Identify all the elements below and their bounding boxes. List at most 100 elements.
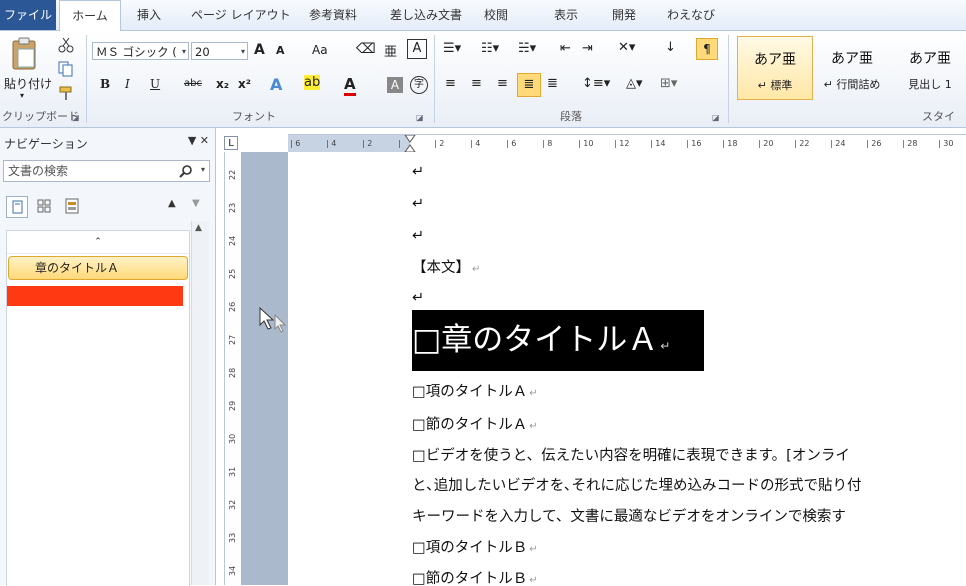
paste-button[interactable]: 貼り付け ▾ — [2, 37, 52, 100]
horizontal-ruler[interactable]: | 6 | 4 | 2 | | 2 | 4 | 6 | 8 | 10 | 12 | 14 | 16 |… — [288, 134, 966, 154]
shrink-font-button[interactable]: A — [276, 44, 285, 57]
ruler-tick-label: | 30 — [938, 139, 954, 148]
tab-view[interactable]: 表示 — [554, 0, 578, 30]
scroll-up-icon[interactable]: ▲ — [195, 223, 202, 233]
tab-waenavi[interactable]: わえなび — [667, 0, 715, 30]
font-launcher-icon[interactable]: ◪ — [416, 113, 424, 122]
superscript-button[interactable]: x² — [238, 77, 251, 91]
style-sample: あア亜 — [909, 51, 951, 67]
align-left-icon[interactable]: ≡ — [445, 76, 456, 91]
chapter-heading[interactable]: □章のタイトルＡ ↵ — [412, 310, 704, 371]
subscript-button[interactable]: x₂ — [216, 77, 229, 91]
line-spacing-icon[interactable]: ↕≡▾ — [582, 76, 610, 91]
strikethrough-button[interactable]: abc — [184, 78, 202, 89]
bullets-icon[interactable]: ☰▾ — [443, 41, 461, 56]
ruler-tick-label: 25 — [228, 268, 237, 279]
text-effects-icon[interactable]: A — [270, 75, 282, 94]
clipboard-launcher-icon[interactable]: ◪ — [72, 113, 80, 122]
style-no-spacing[interactable]: あア亜 ↵ 行間詰め — [815, 36, 889, 98]
document-line[interactable]: □ビデオを使うと、伝えたい内容を明確に表現できます。[オンライ — [412, 444, 850, 465]
line-text: □節のタイトルＡ — [412, 417, 528, 433]
align-right-icon[interactable]: ≡ — [497, 76, 508, 91]
ruler-tick-label: | 10 — [578, 139, 594, 148]
nav-heading-item[interactable]: 章のタイトルＡ — [8, 256, 188, 280]
increase-indent-icon[interactable]: ⇥ — [582, 41, 593, 56]
show-marks-icon[interactable]: ¶ — [696, 38, 718, 60]
tab-stop-selector[interactable]: L — [224, 136, 238, 150]
collapse-all-icon[interactable]: ⌃ — [7, 231, 189, 254]
cut-icon[interactable] — [58, 37, 74, 53]
format-painter-icon[interactable] — [58, 85, 74, 101]
chevron-down-icon[interactable]: ▾ — [201, 165, 205, 174]
document-line[interactable]: と､追加したいビデオを､それに応じた埋め込みコードの形式で貼り付 — [412, 474, 862, 495]
nav-search-input[interactable] — [4, 161, 172, 181]
document-line[interactable]: キーワードを入力して、文書に最適なビデオをオンラインで検索す — [412, 505, 846, 526]
ruler-tick-label: | 6 — [290, 139, 301, 148]
bold-button[interactable]: B — [100, 77, 110, 91]
headings-view-icon — [12, 200, 23, 214]
decrease-indent-icon[interactable]: ⇤ — [560, 41, 571, 56]
align-center-icon[interactable]: ≡ — [471, 76, 482, 91]
sort-icon[interactable]: ↓ — [665, 40, 676, 55]
tab-mailings[interactable]: 差し込み文書 — [390, 0, 462, 30]
document-page[interactable]: ↵ ↵ ↵ 【本文】 ↵ ↵ □章のタイトルＡ ↵ □項のタイトルＡ ↵ □節のタイト… — [288, 152, 966, 585]
distributed-icon[interactable]: ≣ — [547, 76, 558, 91]
nav-scrollbar[interactable]: ▲ — [191, 221, 209, 585]
asian-layout-icon[interactable]: ✕▾ — [618, 40, 635, 55]
tab-page-layout[interactable]: ページ レイアウト — [191, 0, 291, 30]
justify-icon[interactable]: ≣ — [517, 73, 541, 97]
grow-font-button[interactable]: A — [254, 42, 265, 58]
body-label[interactable]: 【本文】 ↵ — [412, 256, 480, 277]
tab-references[interactable]: 参考資料 — [309, 0, 357, 30]
next-heading-icon[interactable]: ▼ — [192, 198, 200, 209]
navigation-pane: ナビゲーション ▼ ✕ ▾ ▲ ▼ ⌃ 章のタイトルＡ ▲ — [0, 128, 216, 586]
document-line[interactable]: □節のタイトルＢ ↵ — [412, 567, 538, 585]
shading-icon[interactable]: ◬▾ — [626, 76, 643, 91]
tab-file[interactable]: ファイル — [0, 0, 56, 30]
pages-view-tab[interactable] — [34, 196, 56, 218]
ruby-button[interactable]: 亜 — [384, 41, 397, 60]
ruler-tick-label: | 20 — [758, 139, 774, 148]
tab-insert[interactable]: 挿入 — [137, 0, 161, 30]
indent-marker-icon[interactable] — [404, 135, 416, 153]
ruler-tick-label: | 16 — [686, 139, 702, 148]
vertical-ruler[interactable]: 22 23 24 25 26 27 28 29 30 31 32 33 34 — [224, 152, 242, 585]
paragraph-mark: ↵ — [529, 544, 538, 555]
font-size-select[interactable]: 20 ▾ — [191, 42, 248, 60]
tab-developer[interactable]: 開発 — [612, 0, 636, 30]
previous-heading-icon[interactable]: ▲ — [168, 198, 176, 209]
document-line[interactable]: □項のタイトルＢ ↵ — [412, 536, 538, 557]
clear-format-button[interactable]: ⌫ — [356, 41, 376, 57]
font-size-value: 20 — [195, 45, 210, 59]
headings-view-tab[interactable] — [6, 196, 28, 218]
borders-icon[interactable]: ⊞▾ — [660, 76, 677, 91]
change-case-button[interactable]: Aa — [312, 43, 328, 57]
ruler-tick-label: 34 — [228, 565, 237, 576]
chevron-down-icon: ▾ — [181, 47, 186, 56]
style-heading-1[interactable]: あア亜 見出し 1 — [893, 36, 966, 98]
paragraph-launcher-icon[interactable]: ◪ — [712, 113, 720, 122]
document-line[interactable]: □項のタイトルＡ ↵ — [412, 380, 538, 401]
copy-icon[interactable] — [58, 61, 74, 77]
numbering-icon[interactable]: ☷▾ — [481, 41, 499, 56]
tab-home[interactable]: ホーム — [59, 0, 121, 32]
document-line[interactable]: □節のタイトルＡ ↵ — [412, 413, 538, 434]
highlight-color-icon[interactable]: ab — [304, 75, 321, 90]
results-view-tab[interactable] — [62, 196, 84, 218]
nav-search-box[interactable]: ▾ — [3, 160, 210, 182]
ruler-tick-label: | 4 — [326, 139, 337, 148]
char-shading-icon[interactable]: A — [387, 77, 403, 93]
char-border-button[interactable]: A — [407, 39, 427, 59]
underline-button[interactable]: U — [150, 77, 160, 91]
multilevel-list-icon[interactable]: ☵▾ — [518, 41, 536, 56]
enclose-char-button[interactable]: 字 — [410, 76, 428, 94]
font-color-icon[interactable]: A — [344, 75, 356, 96]
nav-pane-close-icon[interactable]: ▼ ✕ — [188, 134, 209, 147]
tab-review[interactable]: 校閲 — [484, 0, 508, 30]
font-name-select[interactable]: ＭＳ ゴシック (▾ — [92, 42, 189, 60]
italic-button[interactable]: I — [125, 77, 130, 91]
ruler-tick-label: | 2 — [434, 139, 445, 148]
empty-paragraph-mark: ↵ — [412, 196, 425, 212]
style-normal[interactable]: あア亜 ↵ 標準 — [737, 36, 813, 100]
search-icon[interactable] — [179, 164, 193, 178]
